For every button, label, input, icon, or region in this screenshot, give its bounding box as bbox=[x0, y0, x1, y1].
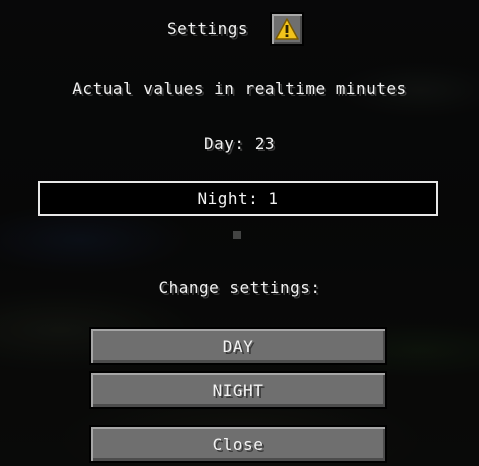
change-settings-label: Change settings: bbox=[158, 278, 321, 297]
warning-icon bbox=[275, 18, 299, 40]
night-value: Night: 1 bbox=[197, 189, 279, 208]
info-text: Actual values in realtime minutes bbox=[72, 79, 407, 98]
night-button[interactable]: NIGHT bbox=[89, 371, 387, 409]
close-button[interactable]: Close bbox=[89, 425, 387, 463]
night-button-label: NIGHT bbox=[212, 380, 264, 400]
day-value: Day: 23 bbox=[204, 134, 275, 153]
background-marker bbox=[233, 231, 241, 239]
day-button-label: DAY bbox=[222, 336, 254, 356]
night-value-field[interactable]: Night: 1 bbox=[38, 181, 438, 216]
warning-button[interactable] bbox=[270, 12, 304, 46]
screen-title: Settings bbox=[167, 19, 249, 38]
day-button[interactable]: DAY bbox=[89, 327, 387, 365]
close-button-label: Close bbox=[212, 434, 264, 454]
